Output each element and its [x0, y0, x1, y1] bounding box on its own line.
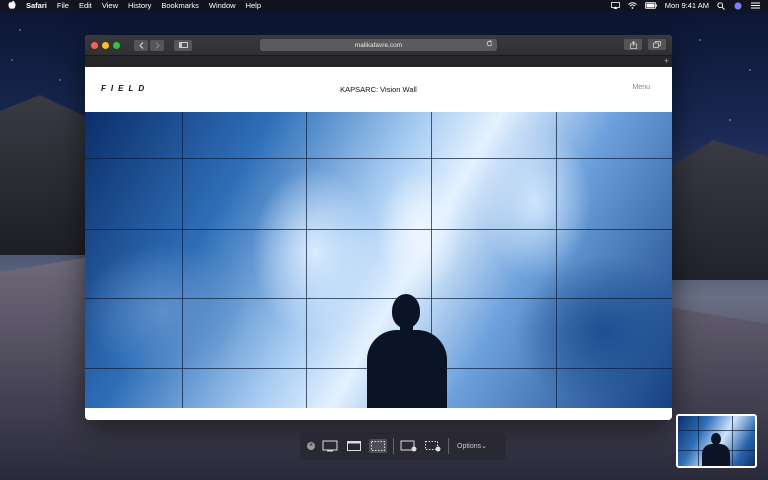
- thumbnail-seam: [698, 416, 699, 466]
- person-silhouette: [367, 294, 447, 408]
- options-menu-button[interactable]: Options⌄: [457, 442, 487, 450]
- chevron-right-icon: [155, 41, 160, 49]
- window-close-button[interactable]: [91, 41, 98, 49]
- share-button[interactable]: [624, 39, 642, 50]
- options-label: Options: [457, 443, 482, 450]
- record-screen-icon: [400, 440, 417, 452]
- hero-image: [85, 112, 672, 408]
- toolbar-divider: [448, 438, 449, 454]
- sidebar-toggle-button[interactable]: [174, 39, 192, 51]
- address-url: malikafavre.com: [354, 41, 403, 49]
- chevron-left-icon: [138, 41, 143, 49]
- capture-selection-button[interactable]: [369, 439, 387, 453]
- menu-view[interactable]: View: [102, 1, 118, 10]
- window-zoom-button[interactable]: [113, 41, 120, 49]
- site-header: FIELD KAPSARC: Vision Wall Menu: [85, 67, 672, 112]
- airplay-icon[interactable]: [610, 2, 620, 9]
- toolbar-right: [624, 39, 666, 50]
- video-wall-seam: [556, 112, 557, 408]
- desktop-mountain-right: [658, 140, 768, 280]
- screenshot-toolbar: × Options⌄: [300, 432, 506, 460]
- window-icon: [347, 441, 361, 451]
- forward-button[interactable]: [150, 39, 164, 51]
- search-icon[interactable]: [717, 2, 726, 10]
- video-wall-seam: [306, 112, 307, 408]
- menu-history[interactable]: History: [128, 1, 151, 10]
- video-wall-seam: [85, 158, 672, 159]
- close-icon[interactable]: ×: [307, 442, 315, 450]
- battery-icon[interactable]: [644, 2, 657, 9]
- menu-window[interactable]: Window: [209, 1, 236, 10]
- web-page: FIELD KAPSARC: Vision Wall Menu: [85, 67, 672, 420]
- siri-icon[interactable]: [734, 2, 743, 10]
- record-selection-icon: [425, 441, 441, 452]
- back-button[interactable]: [134, 39, 148, 51]
- menubar-clock[interactable]: Mon 9:41 AM: [665, 1, 709, 10]
- menu-help[interactable]: Help: [246, 1, 261, 10]
- reload-icon[interactable]: [486, 40, 493, 49]
- record-selection-button[interactable]: [424, 439, 442, 453]
- navigation-buttons: [132, 39, 164, 51]
- share-icon: [629, 40, 637, 49]
- screenshot-thumbnail[interactable]: [676, 414, 757, 468]
- selection-icon: [371, 441, 385, 451]
- safari-window: malikafavre.com + FIELD KAPSARC: Vision …: [85, 35, 672, 420]
- menu-edit[interactable]: Edit: [79, 1, 92, 10]
- tabs-icon: [653, 41, 661, 48]
- toolbar-divider: [393, 438, 394, 454]
- control-center-icon[interactable]: [751, 2, 760, 9]
- menu-app-name[interactable]: Safari: [26, 1, 47, 10]
- thumbnail-seam: [732, 416, 733, 466]
- thumbnail-seam: [678, 430, 755, 431]
- page-title: KAPSARC: Vision Wall: [340, 85, 417, 94]
- thumbnail-person-silhouette: [702, 433, 730, 466]
- screen-icon: [322, 440, 338, 452]
- apple-icon[interactable]: [8, 0, 18, 11]
- new-tab-button[interactable]: +: [664, 56, 669, 67]
- tabs-overview-button[interactable]: [648, 39, 666, 50]
- wifi-icon[interactable]: [628, 2, 637, 9]
- record-entire-screen-button[interactable]: [400, 439, 418, 453]
- sidebar-icon: [178, 42, 188, 48]
- capture-entire-screen-button[interactable]: [321, 439, 339, 453]
- window-titlebar: malikafavre.com: [85, 35, 672, 55]
- capture-window-button[interactable]: [345, 439, 363, 453]
- menu-bookmarks[interactable]: Bookmarks: [161, 1, 199, 10]
- menu-bar: Safari File Edit View History Bookmarks …: [0, 0, 768, 11]
- address-bar[interactable]: malikafavre.com: [260, 39, 497, 51]
- tab-bar: +: [85, 55, 672, 67]
- chevron-down-icon: ⌄: [481, 443, 487, 450]
- window-minimize-button[interactable]: [102, 41, 109, 49]
- menu-file[interactable]: File: [57, 1, 69, 10]
- site-menu-link[interactable]: Menu: [632, 84, 650, 91]
- video-wall-seam: [85, 229, 672, 230]
- video-wall-seam: [182, 112, 183, 408]
